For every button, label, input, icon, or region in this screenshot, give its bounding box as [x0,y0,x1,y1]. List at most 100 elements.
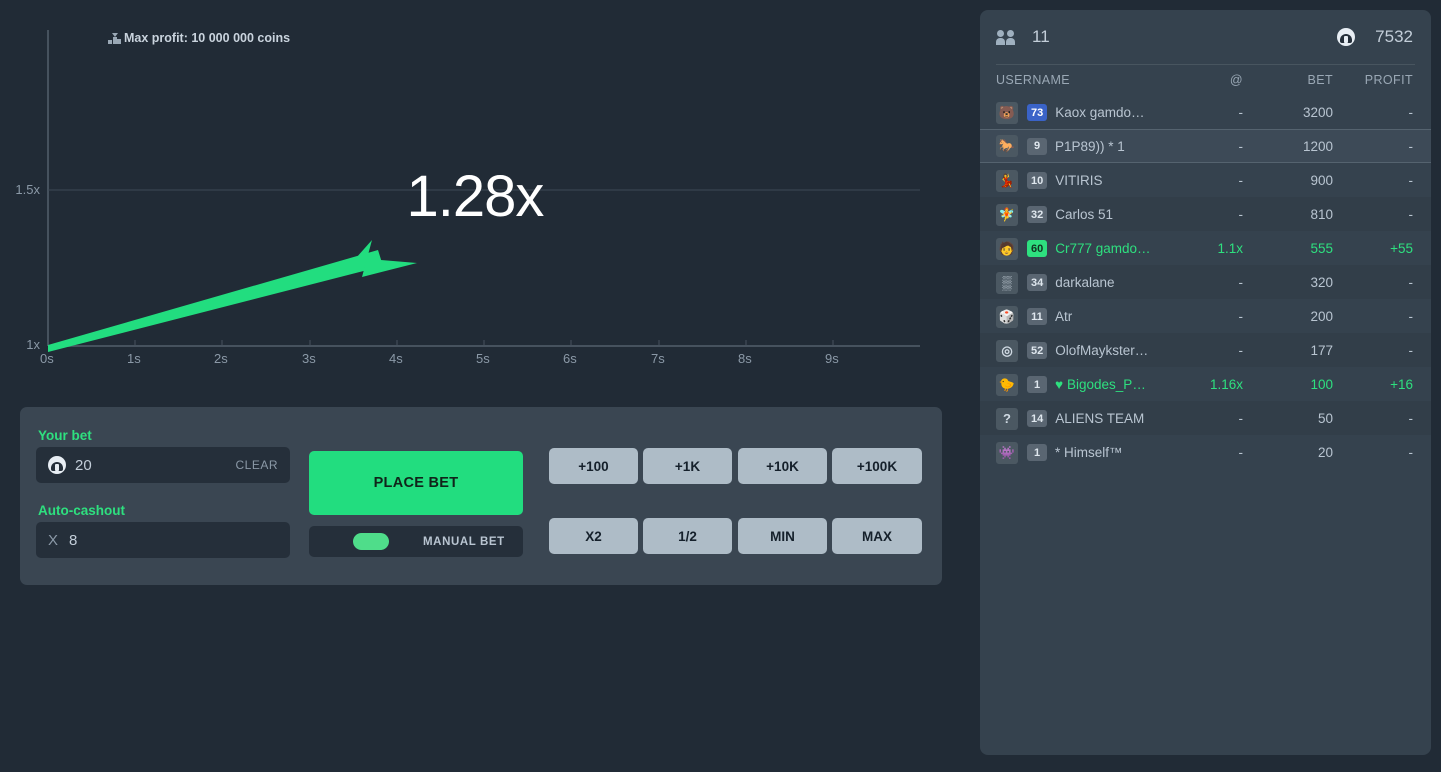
player-cashout-multiplier: - [1238,105,1244,120]
table-row[interactable]: 👾 1 * Himself™ - 20 - [980,435,1431,469]
level-badge: 14 [1027,410,1048,427]
balance-value: 7532 [1375,27,1413,46]
table-row[interactable]: ◎ 52 OlofMaykster… - 177 - [980,333,1431,367]
auto-cashout-value: 8 [69,531,78,549]
x-axis-tick-0s: 0s [40,351,54,366]
table-row[interactable]: 💃 10 VITIRIS - 900 - [980,163,1431,197]
player-username: Kaox gamdo… [1055,105,1145,120]
quick-add-10k-button[interactable]: +10K [738,448,827,484]
avatar: 🧑 [996,237,1018,260]
player-bet-amount: 200 [1310,309,1333,324]
avatar: 🧚 [996,203,1018,226]
quick-add-1k-button[interactable]: +1K [643,448,732,484]
column-at: @ [1229,73,1243,87]
players-list: 🐻 73 Kaox gamdo… -3200- 🐎 9 P1P89)) * 1-1200- 💃… [980,95,1431,469]
table-row[interactable]: 🐎 9 P1P89)) * 1 - 1200 - [980,129,1431,163]
player-profit: - [1408,411,1414,426]
table-row[interactable]: 🐤 1 ♥ Bigodes_P… 1.16x 100 +16 [980,367,1431,401]
x-axis-tick-4s: 4s [389,351,403,366]
auto-cashout-input[interactable]: X 8 [36,522,290,558]
coin-icon [1337,28,1356,46]
level-badge: 34 [1027,274,1048,291]
avatar: ◎ [996,339,1018,362]
level-badge: 10 [1027,172,1048,189]
bet-amount-value: 20 [75,456,92,474]
level-badge: 73 [1027,104,1048,121]
multiplier-x-icon: X [48,531,59,549]
player-bet-amount: 900 [1310,173,1333,188]
player-cashout-multiplier: 1.1x [1217,241,1243,256]
player-cashout-multiplier: - [1238,207,1244,222]
player-profit: - [1408,173,1414,188]
x-axis-tick-3s: 3s [302,351,316,366]
x-axis-tick-6s: 6s [563,351,577,366]
player-bet-amount: 20 [1317,445,1333,460]
quick-min-button[interactable]: MIN [738,518,827,554]
player-profit: - [1408,275,1414,290]
column-profit: PROFIT [1364,73,1413,87]
heart-icon: ♥ [1055,377,1064,392]
player-bet-amount: 320 [1310,275,1333,290]
player-cashout-multiplier: 1.16x [1209,377,1243,392]
player-profit: - [1408,105,1414,120]
player-bet-amount: 810 [1310,207,1333,222]
column-bet: BET [1307,73,1333,87]
player-profit: +55 [1390,241,1413,256]
player-bet-amount: 50 [1317,411,1333,426]
player-profit: - [1408,207,1414,222]
manual-bet-toggle-row[interactable]: MANUAL BET [309,526,523,557]
level-badge: 52 [1027,342,1048,359]
quick-add-100k-button[interactable]: +100K [832,448,922,484]
player-username: * Himself™ [1055,445,1123,460]
manual-bet-toggle[interactable] [353,533,389,550]
player-profit: - [1408,138,1414,154]
x-axis-tick-7s: 7s [651,351,665,366]
avatar: 💃 [996,169,1018,192]
player-username: VITIRIS [1055,173,1103,188]
bet-amount-input[interactable]: 20 CLEAR [36,447,290,483]
player-cashout-multiplier: - [1238,411,1244,426]
player-profit: +16 [1390,377,1413,392]
table-row[interactable]: ? 14 ALIENS TEAM - 50 - [980,401,1431,435]
quick-add-100-button[interactable]: +100 [549,448,638,484]
avatar: 🎲 [996,305,1018,328]
quick-x2-button[interactable]: X2 [549,518,638,554]
table-row[interactable]: 🎲 11 Atr - 200 - [980,299,1431,333]
current-multiplier: 1.28x [406,164,545,229]
level-badge: 9 [1027,137,1047,155]
player-username: Carlos 51 [1055,207,1114,222]
player-username: P1P89)) * 1 [1055,138,1125,154]
crash-game-screen: Max profit: 10 000 000 coins 1.5x 1x 0s … [0,0,1441,772]
players-table-header: USERNAME @ BET PROFIT [980,65,1431,95]
player-bet-amount: 177 [1310,343,1333,358]
table-row[interactable]: ▒ 34 darkalane - 320 - [980,265,1431,299]
player-cashout-multiplier: - [1238,275,1244,290]
avatar: ? [996,407,1018,430]
level-badge: 32 [1027,206,1048,223]
clear-bet-button[interactable]: CLEAR [235,458,278,472]
quick-max-button[interactable]: MAX [832,518,922,554]
avatar: 🐤 [996,373,1018,396]
table-row[interactable]: 🧚 32 Carlos 51 - 810 - [980,197,1431,231]
level-badge: 1 [1027,444,1047,461]
table-row[interactable]: 🐻 73 Kaox gamdo… - 3200 - [980,95,1431,129]
level-badge: 11 [1027,308,1047,325]
x-axis-tick-2s: 2s [214,351,228,366]
table-row[interactable]: 🧑 60 Cr777 gamdo… 1.1x 555 +55 [980,231,1431,265]
level-badge: 1 [1027,376,1047,393]
avatar: 👾 [996,441,1018,464]
x-axis-tick-9s: 9s [825,351,839,366]
players-panel-header: 11 7532 [980,10,1431,64]
avatar: 🐻 [996,101,1018,124]
manual-bet-label: MANUAL BET [423,535,505,548]
quick-half-button[interactable]: 1/2 [643,518,732,554]
x-axis-tick-5s: 5s [476,351,490,366]
player-bet-amount: 1200 [1302,138,1333,154]
player-cashout-multiplier: - [1238,343,1244,358]
y-axis-tick-0: 1x [26,337,40,352]
coin-icon [48,456,66,474]
place-bet-button[interactable]: PLACE BET [309,451,523,515]
auto-cashout-label: Auto-cashout [38,503,125,518]
player-cashout-multiplier: - [1238,173,1244,188]
player-bet-amount: 555 [1310,241,1333,256]
